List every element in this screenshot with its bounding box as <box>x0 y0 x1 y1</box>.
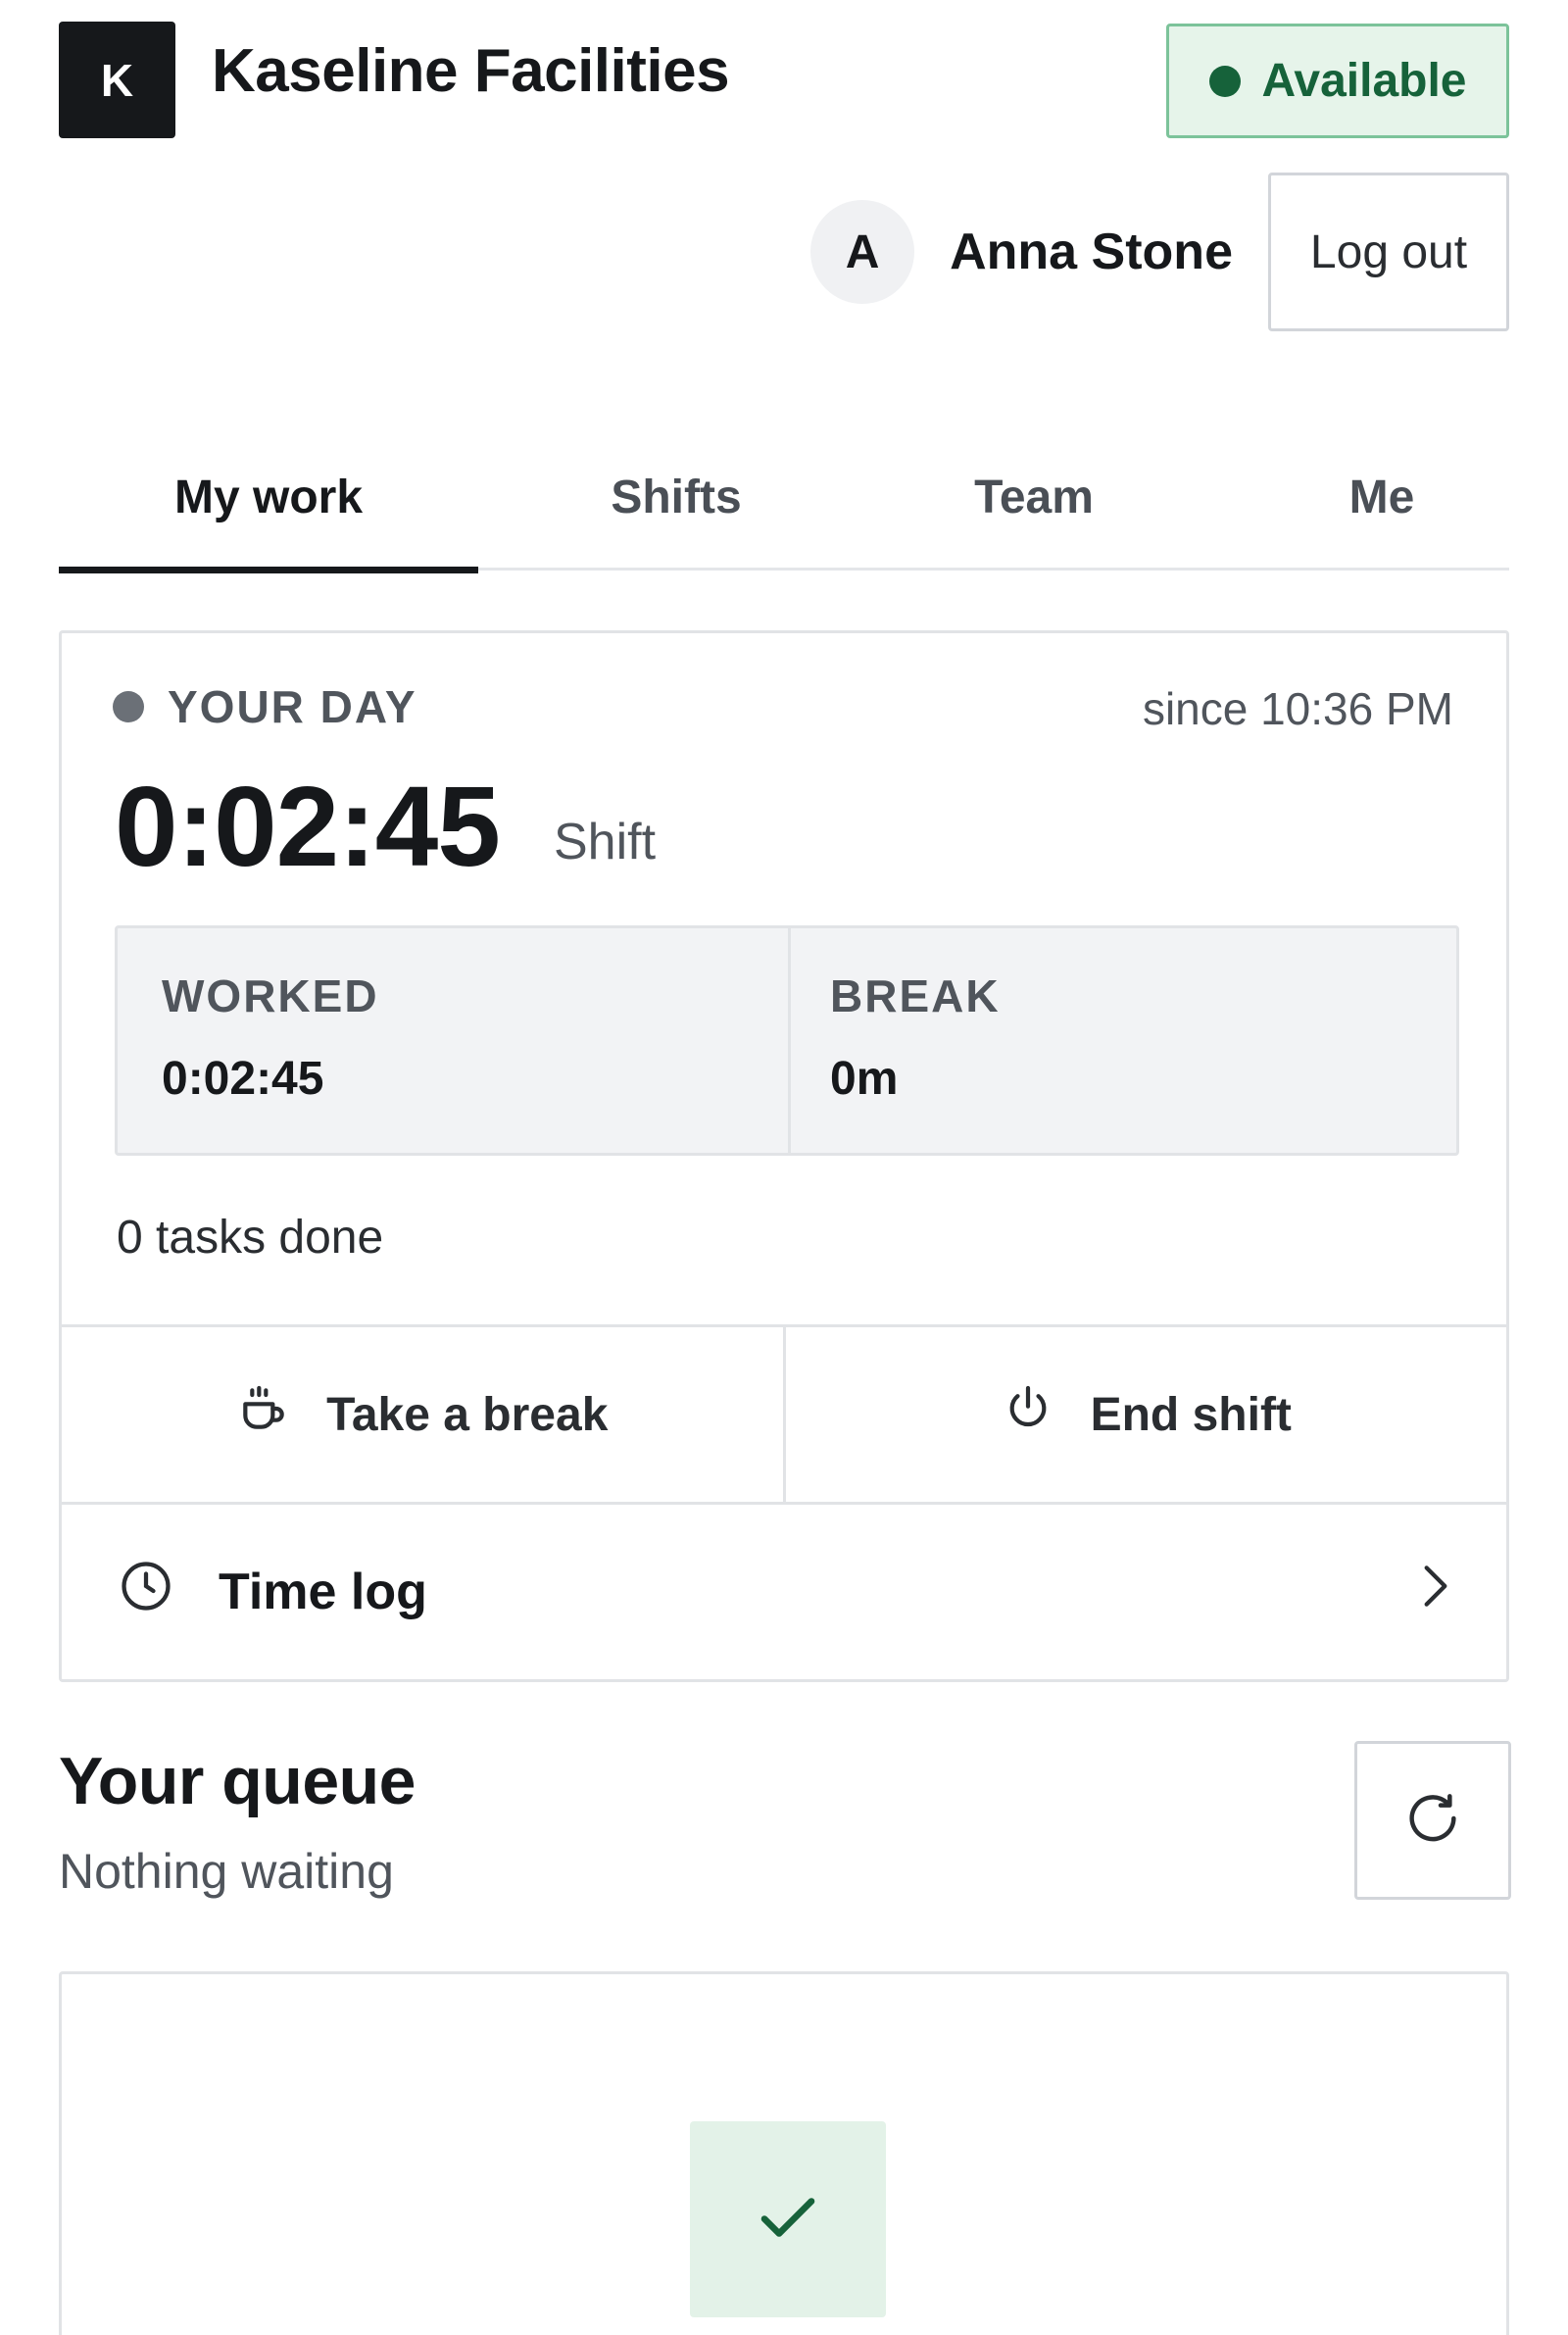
worked-value: 0:02:45 <box>162 1053 324 1105</box>
status-label: Available <box>1261 55 1467 107</box>
time-log-row[interactable]: Time log <box>62 1505 1506 1679</box>
shift-timer-unit: Shift <box>554 814 657 870</box>
take-break-label: Take a break <box>326 1388 609 1441</box>
day-label-text: YOUR DAY <box>168 681 417 732</box>
queue-empty-card <box>59 1971 1509 2335</box>
shift-stats: WORKED 0:02:45 BREAK 0m <box>115 925 1459 1156</box>
time-log-label: Time log <box>219 1564 427 1620</box>
break-stat: BREAK 0m <box>788 928 1456 1153</box>
empty-state-badge <box>690 2121 886 2317</box>
main-tabs: My work Shifts Team Me <box>59 423 1509 573</box>
coffee-cup-icon <box>236 1381 291 1448</box>
app-header: K Kaseline Facilities Available <box>59 22 1509 139</box>
status-dot-icon <box>1208 65 1241 97</box>
your-day-card: YOUR DAY since 10:36 PM 0:02:45 Shift WO… <box>59 630 1509 1682</box>
refresh-icon <box>1401 1787 1464 1855</box>
availability-toggle[interactable]: Available <box>1166 24 1509 138</box>
status-dot-icon <box>113 691 144 722</box>
take-break-button[interactable]: Take a break <box>62 1327 783 1502</box>
tab-me[interactable]: Me <box>1274 423 1490 571</box>
shift-timer: 0:02:45 <box>115 763 501 890</box>
chevron-right-icon <box>1416 1559 1455 1626</box>
worked-label: WORKED <box>162 970 379 1021</box>
queue-subtitle: Nothing waiting <box>59 1844 394 1899</box>
avatar-letter: A <box>845 225 880 278</box>
shift-start-time: since 10:36 PM <box>1142 683 1453 734</box>
check-icon <box>753 2182 823 2258</box>
user-name: Anna Stone <box>950 224 1233 280</box>
user-bar: A Anna Stone Log out <box>810 173 1509 331</box>
app-title: Kaseline Facilities <box>212 37 730 105</box>
day-label: YOUR DAY <box>113 680 417 733</box>
break-label: BREAK <box>830 970 1001 1021</box>
shift-actions: Take a break End shift <box>62 1324 1506 1505</box>
power-icon <box>1001 1381 1055 1448</box>
tab-my-work[interactable]: My work <box>59 423 478 573</box>
tab-team[interactable]: Team <box>887 423 1181 571</box>
end-shift-button[interactable]: End shift <box>782 1327 1506 1502</box>
break-value: 0m <box>830 1053 899 1105</box>
refresh-button[interactable] <box>1354 1741 1511 1900</box>
app-logo: K <box>59 22 175 138</box>
tab-shifts[interactable]: Shifts <box>529 423 823 571</box>
logo-letter: K <box>100 54 134 106</box>
tasks-done-count: 0 tasks done <box>117 1212 384 1264</box>
avatar: A <box>810 200 915 304</box>
logout-button[interactable]: Log out <box>1268 173 1509 331</box>
end-shift-label: End shift <box>1090 1388 1292 1441</box>
queue-title: Your queue <box>59 1744 416 1818</box>
worked-stat: WORKED 0:02:45 <box>118 928 788 1153</box>
clock-icon <box>117 1557 175 1628</box>
